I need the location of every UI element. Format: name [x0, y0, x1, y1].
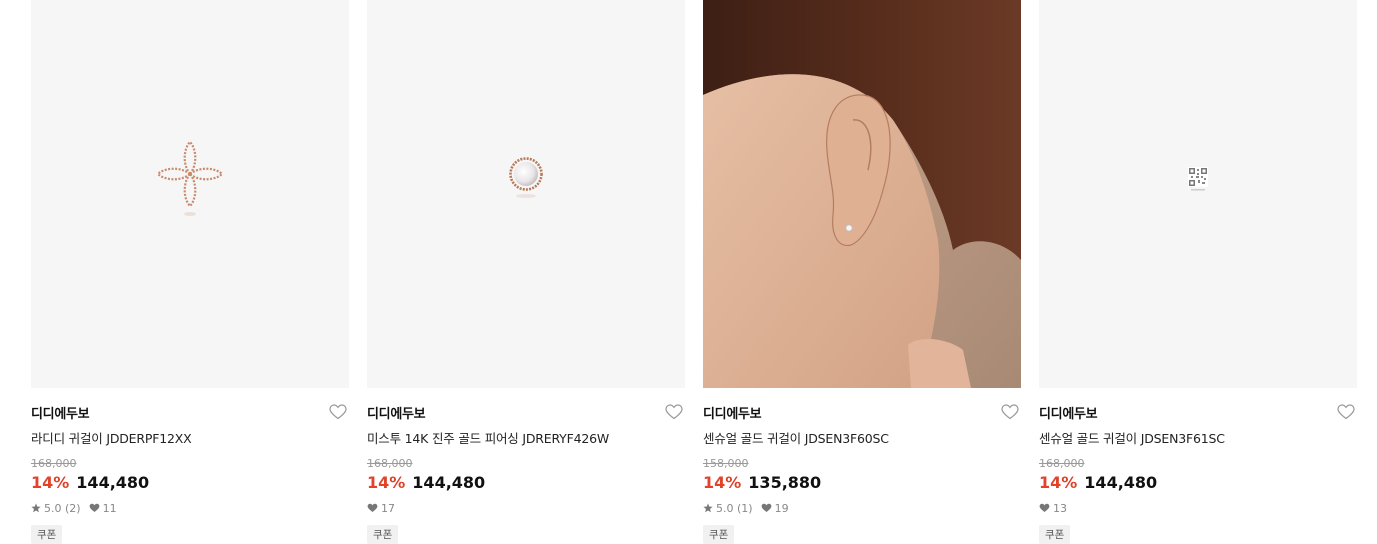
original-price: 168,000 — [367, 457, 413, 470]
product-name[interactable]: 미스투 14K 진주 골드 피어싱 JDRERYF426W — [367, 428, 685, 447]
discount-rate: 14% — [703, 473, 742, 492]
product-card[interactable]: 디디에두보 센슈얼 골드 귀걸이 JDSEN3F61SC 168,000 14%… — [1039, 0, 1357, 544]
product-image[interactable] — [31, 0, 349, 388]
like-count: 13 — [1053, 501, 1067, 515]
brand-name[interactable]: 디디에두보 — [703, 403, 762, 422]
discount-rate: 14% — [1039, 473, 1078, 492]
product-name[interactable]: 라디디 귀걸이 JDDERPF12XX — [31, 428, 349, 447]
product-meta: 5.0 (1) 19 — [703, 501, 1021, 515]
pearl-earring-icon — [509, 157, 543, 198]
original-price: 168,000 — [31, 457, 77, 470]
sale-price: 144,480 — [412, 473, 486, 492]
star-icon — [703, 503, 713, 513]
rating-text: 5.0 (1) — [716, 501, 753, 515]
coupon-badge: 쿠폰 — [31, 525, 63, 544]
product-image[interactable] — [1039, 0, 1357, 388]
product-card[interactable]: 디디에두보 미스투 14K 진주 골드 피어싱 JDRERYF426W 168,… — [367, 0, 685, 544]
product-name[interactable]: 센슈얼 골드 귀걸이 JDSEN3F60SC — [703, 428, 1021, 447]
product-name[interactable]: 센슈얼 골드 귀걸이 JDSEN3F61SC — [1039, 428, 1357, 447]
product-meta: 17 — [367, 501, 685, 515]
product-meta: 13 — [1039, 501, 1357, 515]
product-image[interactable] — [703, 0, 1021, 388]
coupon-badge: 쿠폰 — [367, 525, 399, 544]
like-count: 19 — [774, 501, 789, 515]
product-card[interactable]: 디디에두보 센슈얼 골드 귀걸이 JDSEN3F60SC 158,000 14%… — [703, 0, 1021, 544]
rating-text: 5.0 (2) — [44, 501, 81, 515]
heart-filled-icon — [89, 503, 99, 512]
heart-filled-icon — [367, 503, 378, 512]
product-meta: 5.0 (2) 11 — [31, 501, 349, 515]
like-count: 17 — [381, 501, 395, 515]
product-grid: 디디에두보 라디디 귀걸이 JDDERPF12XX 168,000 14% 14… — [31, 0, 1357, 544]
product-image[interactable] — [367, 0, 685, 388]
original-price: 168,000 — [1039, 457, 1085, 470]
model-ear-photo — [703, 0, 1021, 388]
brand-name[interactable]: 디디에두보 — [1039, 403, 1098, 422]
star-icon — [31, 503, 41, 513]
qr-thumbnail-icon — [1188, 167, 1208, 191]
heart-icon[interactable] — [1337, 404, 1355, 420]
like-count: 11 — [102, 501, 117, 515]
brand-name[interactable]: 디디에두보 — [367, 403, 426, 422]
flower-earring-icon — [156, 140, 224, 216]
sale-price: 135,880 — [748, 473, 822, 492]
heart-icon[interactable] — [329, 404, 347, 420]
sale-price: 144,480 — [1084, 473, 1158, 492]
heart-filled-icon — [1039, 503, 1050, 512]
brand-name[interactable]: 디디에두보 — [31, 403, 90, 422]
heart-icon[interactable] — [1001, 404, 1019, 420]
product-card[interactable]: 디디에두보 라디디 귀걸이 JDDERPF12XX 168,000 14% 14… — [31, 0, 349, 544]
coupon-badge: 쿠폰 — [703, 525, 735, 544]
heart-icon[interactable] — [665, 404, 683, 420]
heart-filled-icon — [761, 503, 771, 512]
original-price: 158,000 — [703, 457, 749, 470]
discount-rate: 14% — [367, 473, 406, 492]
discount-rate: 14% — [31, 473, 70, 492]
coupon-badge: 쿠폰 — [1039, 525, 1071, 544]
sale-price: 144,480 — [76, 473, 150, 492]
